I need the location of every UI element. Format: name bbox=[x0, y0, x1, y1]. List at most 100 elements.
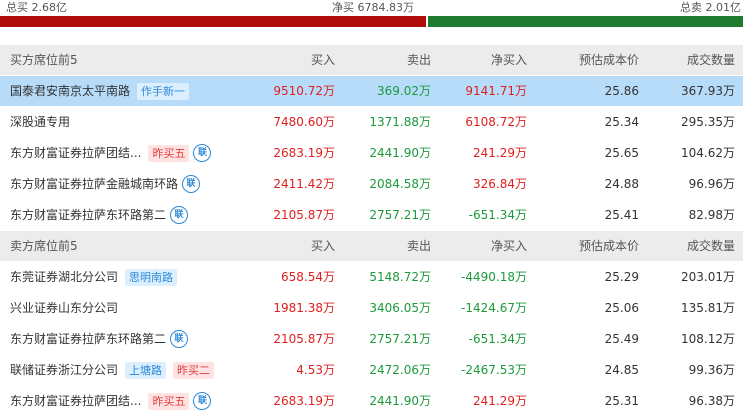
estimated-cost: 25.65 bbox=[604, 146, 639, 160]
seat-name[interactable]: 东方财富证券拉萨团结... bbox=[10, 138, 141, 168]
seat-name-cell: 兴业证券山东分公司 bbox=[10, 293, 118, 323]
net-buy-amount: 241.29万 bbox=[473, 394, 527, 408]
trade-volume: 367.93万 bbox=[681, 84, 735, 98]
summary-line: 总买 2.68亿 净买 6784.83万 总卖 2.01亿 bbox=[0, 0, 743, 16]
trade-volume: 96.96万 bbox=[688, 177, 735, 191]
net-buy-amount: -651.34万 bbox=[468, 332, 527, 346]
trade-volume: 96.38万 bbox=[688, 394, 735, 408]
seat-tag[interactable]: 上塘路 bbox=[125, 361, 167, 379]
buy-amount: 1981.38万 bbox=[273, 301, 335, 315]
estimated-cost: 25.06 bbox=[604, 301, 639, 315]
total-sell-label: 总卖 2.01亿 bbox=[680, 1, 741, 14]
sell_table-header-col-4: 预估成本价 bbox=[578, 239, 639, 253]
net-buy-amount: -1424.67万 bbox=[461, 301, 527, 315]
trade-volume: 82.98万 bbox=[688, 208, 735, 222]
estimated-cost: 25.86 bbox=[604, 84, 639, 98]
net-buy-amount: -4490.18万 bbox=[461, 270, 527, 284]
seat-row[interactable]: 东方财富证券拉萨东环路第二联 2105.87万 2757.21万 -651.34万 25… bbox=[0, 200, 743, 230]
seat-row[interactable]: 兴业证券山东分公司 1981.38万 3406.05万 -1424.67万 25.06 1… bbox=[0, 293, 743, 323]
buy-amount: 2105.87万 bbox=[273, 332, 335, 346]
sell-amount: 1371.88万 bbox=[369, 115, 431, 129]
net-buy-amount: 6108.72万 bbox=[465, 115, 527, 129]
seat-name[interactable]: 东方财富证券拉萨东环路第二 bbox=[10, 324, 166, 354]
seat-tag[interactable]: 作手新一 bbox=[137, 82, 190, 100]
seat-tag[interactable]: 昨买五 bbox=[148, 144, 190, 162]
link-icon[interactable]: 联 bbox=[170, 206, 189, 224]
seat-row[interactable]: 东方财富证券拉萨团结... 昨买五联 2683.19万 2441.90万 241.29万… bbox=[0, 386, 743, 416]
seat-name[interactable]: 东方财富证券拉萨东环路第二 bbox=[10, 200, 166, 230]
sell-amount: 5148.72万 bbox=[369, 270, 431, 284]
seat-name-cell: 东方财富证券拉萨团结... 昨买五联 bbox=[10, 138, 212, 168]
seat-name-cell: 东方财富证券拉萨金融城南环路联 bbox=[10, 169, 201, 199]
seat-name[interactable]: 国泰君安南京太平南路 bbox=[10, 76, 130, 106]
seat-name[interactable]: 兴业证券山东分公司 bbox=[10, 293, 118, 323]
trade-volume: 295.35万 bbox=[681, 115, 735, 129]
trade-volume: 104.62万 bbox=[681, 146, 735, 160]
seat-tag[interactable]: 昨买五 bbox=[148, 392, 190, 410]
estimated-cost: 25.49 bbox=[604, 332, 639, 346]
buy_table-header-col-3: 净买入 bbox=[490, 53, 527, 67]
seat-tag[interactable]: 思明南路 bbox=[125, 268, 178, 286]
sell-amount: 2757.21万 bbox=[369, 208, 431, 222]
seat-row[interactable]: 东方财富证券拉萨团结... 昨买五联 2683.19万 2441.90万 241.29万… bbox=[0, 138, 743, 168]
trade-volume: 135.81万 bbox=[681, 301, 735, 315]
buy_table-header-col-4: 预估成本价 bbox=[578, 53, 639, 67]
buy-amount: 2683.19万 bbox=[273, 146, 335, 160]
link-icon[interactable]: 联 bbox=[170, 330, 189, 348]
seat-name-cell: 东方财富证券拉萨团结... 昨买五联 bbox=[10, 386, 212, 416]
buy-amount: 2411.42万 bbox=[273, 177, 335, 191]
sell_table-header: 卖方席位前5 买入 卖出 净买入 预估成本价 成交数量 bbox=[0, 231, 743, 261]
sell_table-header-col-5: 成交数量 bbox=[686, 239, 735, 253]
buy_table-header-col-5: 成交数量 bbox=[686, 53, 735, 67]
buy_table-header-col-0: 买方席位前5 bbox=[10, 53, 78, 67]
net-buy-amount: -651.34万 bbox=[468, 208, 527, 222]
buy-amount: 7480.60万 bbox=[273, 115, 335, 129]
buy-amount: 2105.87万 bbox=[273, 208, 335, 222]
seat-row[interactable]: 深股通专用 7480.60万 1371.88万 6108.72万 25.34 295.35… bbox=[0, 107, 743, 137]
buy-amount: 2683.19万 bbox=[273, 394, 335, 408]
sell-amount: 369.02万 bbox=[377, 84, 431, 98]
net-buy-amount: 9141.71万 bbox=[465, 84, 527, 98]
seat-name[interactable]: 东方财富证券拉萨团结... bbox=[10, 386, 141, 416]
seat-row[interactable]: 东方财富证券拉萨东环路第二联 2105.87万 2757.21万 -651.34万 25… bbox=[0, 324, 743, 354]
estimated-cost: 24.85 bbox=[604, 363, 639, 377]
buy-amount: 658.54万 bbox=[281, 270, 335, 284]
seat-name[interactable]: 东方财富证券拉萨金融城南环路 bbox=[10, 169, 178, 199]
seat-name[interactable]: 东莞证券湖北分公司 bbox=[10, 262, 118, 292]
seat-name-cell: 联储证券浙江分公司 上塘路 昨买二 bbox=[10, 355, 215, 385]
trade-volume: 203.01万 bbox=[681, 270, 735, 284]
buy_table-header-col-2: 卖出 bbox=[406, 53, 431, 67]
sell-amount: 3406.05万 bbox=[369, 301, 431, 315]
seat-name-cell: 东方财富证券拉萨东环路第二联 bbox=[10, 324, 189, 354]
link-icon[interactable]: 联 bbox=[193, 144, 212, 162]
buy-sell-ratio-bar bbox=[0, 16, 743, 27]
seat-row[interactable]: 联储证券浙江分公司 上塘路 昨买二 4.53万 2472.06万 -2467.53万 24.… bbox=[0, 355, 743, 385]
net-buy-label: 净买 6784.83万 bbox=[332, 1, 414, 14]
seat-tag[interactable]: 昨买二 bbox=[173, 361, 215, 379]
seat-name[interactable]: 深股通专用 bbox=[10, 107, 70, 137]
sell_table-header-col-3: 净买入 bbox=[490, 239, 527, 253]
sell-amount: 2472.06万 bbox=[369, 363, 431, 377]
estimated-cost: 25.31 bbox=[604, 394, 639, 408]
link-icon[interactable]: 联 bbox=[193, 392, 212, 410]
total-buy-label: 总买 2.68亿 bbox=[6, 1, 67, 14]
seat-row[interactable]: 国泰君安南京太平南路 作手新一 9510.72万 369.02万 9141.71万 25.… bbox=[0, 76, 743, 106]
estimated-cost: 25.34 bbox=[604, 115, 639, 129]
seat-name-cell: 国泰君安南京太平南路 作手新一 bbox=[10, 76, 190, 106]
seat-row[interactable]: 东莞证券湖北分公司 思明南路 658.54万 5148.72万 -4490.18万 25.… bbox=[0, 262, 743, 292]
estimated-cost: 25.29 bbox=[604, 270, 639, 284]
buy-amount: 9510.72万 bbox=[273, 84, 335, 98]
sell-amount: 2084.58万 bbox=[369, 177, 431, 191]
buy_table-header-col-1: 买入 bbox=[310, 53, 335, 67]
seat-name[interactable]: 联储证券浙江分公司 bbox=[10, 355, 118, 385]
dragon-tiger-board: 总买 2.68亿 净买 6784.83万 总卖 2.01亿 买方席位前5 买入 卖出… bbox=[0, 0, 743, 410]
sell_table-header-col-2: 卖出 bbox=[406, 239, 431, 253]
seat-row[interactable]: 东方财富证券拉萨金融城南环路联 2411.42万 2084.58万 326.84万 24… bbox=[0, 169, 743, 199]
buy-amount: 4.53万 bbox=[296, 363, 335, 377]
buy-bar-segment bbox=[0, 16, 426, 27]
estimated-cost: 24.88 bbox=[604, 177, 639, 191]
net-buy-amount: -2467.53万 bbox=[461, 363, 527, 377]
trade-volume: 108.12万 bbox=[681, 332, 735, 346]
link-icon[interactable]: 联 bbox=[182, 175, 201, 193]
seat-name-cell: 深股通专用 bbox=[10, 107, 70, 137]
